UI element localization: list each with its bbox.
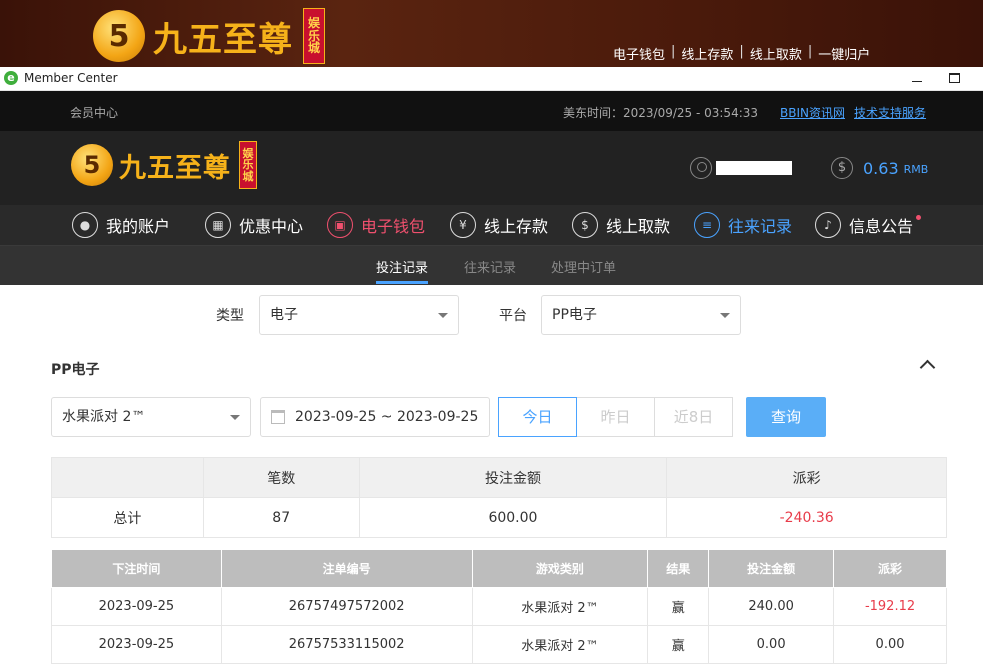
summary-header: 笔数 bbox=[202, 457, 360, 498]
banner-link-merge[interactable]: 一键归户 bbox=[818, 44, 870, 63]
last-8-days-button[interactable]: 近8日 bbox=[654, 397, 733, 437]
today-button[interactable]: 今日 bbox=[498, 397, 577, 437]
yesterday-button[interactable]: 昨日 bbox=[576, 397, 655, 437]
banner-link-wallet[interactable]: 电子钱包 bbox=[613, 44, 665, 63]
column-header: 下注时间 bbox=[51, 549, 222, 588]
maximize-icon[interactable] bbox=[949, 73, 960, 83]
chevron-down-icon bbox=[438, 313, 448, 318]
game-select[interactable]: 水果派对 2™ bbox=[51, 397, 251, 437]
chevron-up-icon[interactable] bbox=[919, 359, 936, 376]
quick-date-buttons: 今日 昨日 近8日 bbox=[498, 397, 733, 437]
type-label: 类型 bbox=[216, 308, 244, 324]
wallet-icon: ▣ bbox=[327, 212, 353, 238]
gift-icon: ▦ bbox=[205, 212, 231, 238]
tab-transactions[interactable]: 往来记录 bbox=[464, 257, 516, 276]
summary-row: 总计 87 600.00 -240.36 bbox=[51, 497, 947, 538]
browser-icon: e bbox=[4, 71, 18, 85]
tab-bet-records[interactable]: 投注记录 bbox=[376, 257, 429, 284]
notification-dot bbox=[916, 215, 922, 220]
tech-support-link[interactable]: 技术支持服务 bbox=[854, 104, 926, 121]
column-header: 派彩 bbox=[833, 549, 947, 588]
top-info-bar: 会员中心 美东时间：2023/09/25 - 03:54:33 BBIN资讯网 … bbox=[0, 91, 983, 131]
separator: | bbox=[739, 44, 744, 59]
summary-table: 笔数 投注金额 派彩 总计 87 600.00 -240.36 bbox=[51, 457, 947, 538]
summary-header: 投注金额 bbox=[358, 457, 668, 498]
chevron-down-icon bbox=[230, 415, 240, 420]
nav-item-deposit[interactable]: ¥ 线上存款 bbox=[450, 212, 548, 238]
logo-coin-icon: 5 bbox=[71, 144, 113, 186]
column-header: 游戏类别 bbox=[471, 549, 649, 588]
balance-currency: RMB bbox=[903, 163, 929, 176]
bbin-info-link[interactable]: BBIN资讯网 bbox=[780, 104, 845, 121]
header-logo-badge: 娱 乐 城 bbox=[239, 141, 257, 189]
banner-logo-badge: 娱 乐 城 bbox=[303, 8, 325, 64]
table-row: 2023-09-25 26757533115002 水果派对 2™ 赢 0.00… bbox=[51, 625, 947, 664]
column-header: 注单编号 bbox=[220, 549, 473, 588]
column-header: 投注金额 bbox=[708, 549, 835, 588]
withdraw-icon: $ bbox=[572, 212, 598, 238]
bell-icon: ♪ bbox=[815, 212, 841, 238]
site-banner: 5 九五至尊 娱 乐 城 电子钱包 | 线上存款 | 线上取款 | 一键归户 bbox=[0, 0, 983, 67]
user-icon: ● bbox=[72, 212, 98, 238]
banner-logo-text: 九五至尊 bbox=[153, 19, 293, 60]
nav-item-account[interactable]: ● 我的账户 bbox=[72, 212, 170, 238]
calendar-icon bbox=[271, 410, 285, 424]
banner-link-deposit[interactable]: 线上存款 bbox=[681, 44, 733, 63]
query-button[interactable]: 查询 bbox=[746, 397, 826, 437]
minimize-icon[interactable] bbox=[912, 70, 922, 82]
header-logo[interactable]: 5 九五至尊 娱 乐 城 bbox=[71, 141, 257, 189]
record-icon: ≡ bbox=[694, 212, 720, 238]
platform-select[interactable]: PP电子 bbox=[541, 295, 741, 335]
user-info[interactable] bbox=[690, 157, 792, 179]
nav-item-promotions[interactable]: ▦ 优惠中心 bbox=[205, 212, 303, 238]
summary-header: 派彩 bbox=[666, 457, 947, 498]
server-time: 美东时间：2023/09/25 - 03:54:33 bbox=[563, 106, 759, 120]
separator: | bbox=[807, 44, 813, 59]
table-row: 2023-09-25 26757497572002 水果派对 2™ 赢 240.… bbox=[51, 587, 947, 626]
separator: | bbox=[671, 44, 676, 59]
member-header: 5 九五至尊 娱 乐 城 $ 0.63 RMB bbox=[0, 131, 983, 205]
sub-nav: 投注记录 往来记录 处理中订单 bbox=[0, 246, 983, 285]
chevron-down-icon bbox=[720, 313, 730, 318]
deposit-icon: ¥ bbox=[450, 212, 476, 238]
type-select[interactable]: 电子 bbox=[259, 295, 459, 335]
nav-item-records[interactable]: ≡ 往来记录 bbox=[694, 212, 792, 238]
logo-coin-icon: 5 bbox=[93, 10, 145, 62]
username-redacted bbox=[716, 161, 792, 175]
section-title: PP电子 bbox=[51, 362, 100, 378]
nav-item-withdraw[interactable]: $ 线上取款 bbox=[572, 212, 670, 238]
balance-display: $ 0.63 RMB bbox=[831, 157, 928, 179]
balance-amount: 0.63 bbox=[863, 158, 899, 178]
banner-links: 电子钱包 | 线上存款 | 线上取款 | 一键归户 bbox=[613, 44, 870, 63]
summary-header bbox=[51, 457, 204, 498]
column-header: 结果 bbox=[647, 549, 710, 588]
dollar-icon: $ bbox=[831, 157, 853, 179]
main-nav: ● 我的账户 ▦ 优惠中心 ▣ 电子钱包 ¥ 线上存款 $ 线上取款 ≡ 往来记… bbox=[0, 205, 983, 246]
window-title: Member Center bbox=[24, 71, 118, 85]
avatar-icon bbox=[690, 157, 712, 179]
banner-logo[interactable]: 5 九五至尊 娱 乐 城 bbox=[93, 8, 325, 64]
banner-link-withdraw[interactable]: 线上取款 bbox=[750, 44, 802, 63]
header-logo-text: 九五至尊 bbox=[119, 152, 231, 184]
nav-item-wallet[interactable]: ▣ 电子钱包 bbox=[327, 212, 425, 238]
platform-label: 平台 bbox=[499, 308, 527, 324]
bet-records-table: 下注时间 注单编号 游戏类别 结果 投注金额 派彩 2023-09-25 267… bbox=[51, 549, 947, 664]
tab-pending-orders[interactable]: 处理中订单 bbox=[551, 257, 616, 276]
nav-item-announcements[interactable]: ♪ 信息公告 bbox=[815, 212, 922, 238]
member-center-label: 会员中心 bbox=[70, 106, 119, 120]
window-titlebar: e Member Center bbox=[0, 67, 983, 91]
date-range-picker[interactable]: 2023-09-25 ~ 2023-09-25 bbox=[260, 397, 490, 437]
